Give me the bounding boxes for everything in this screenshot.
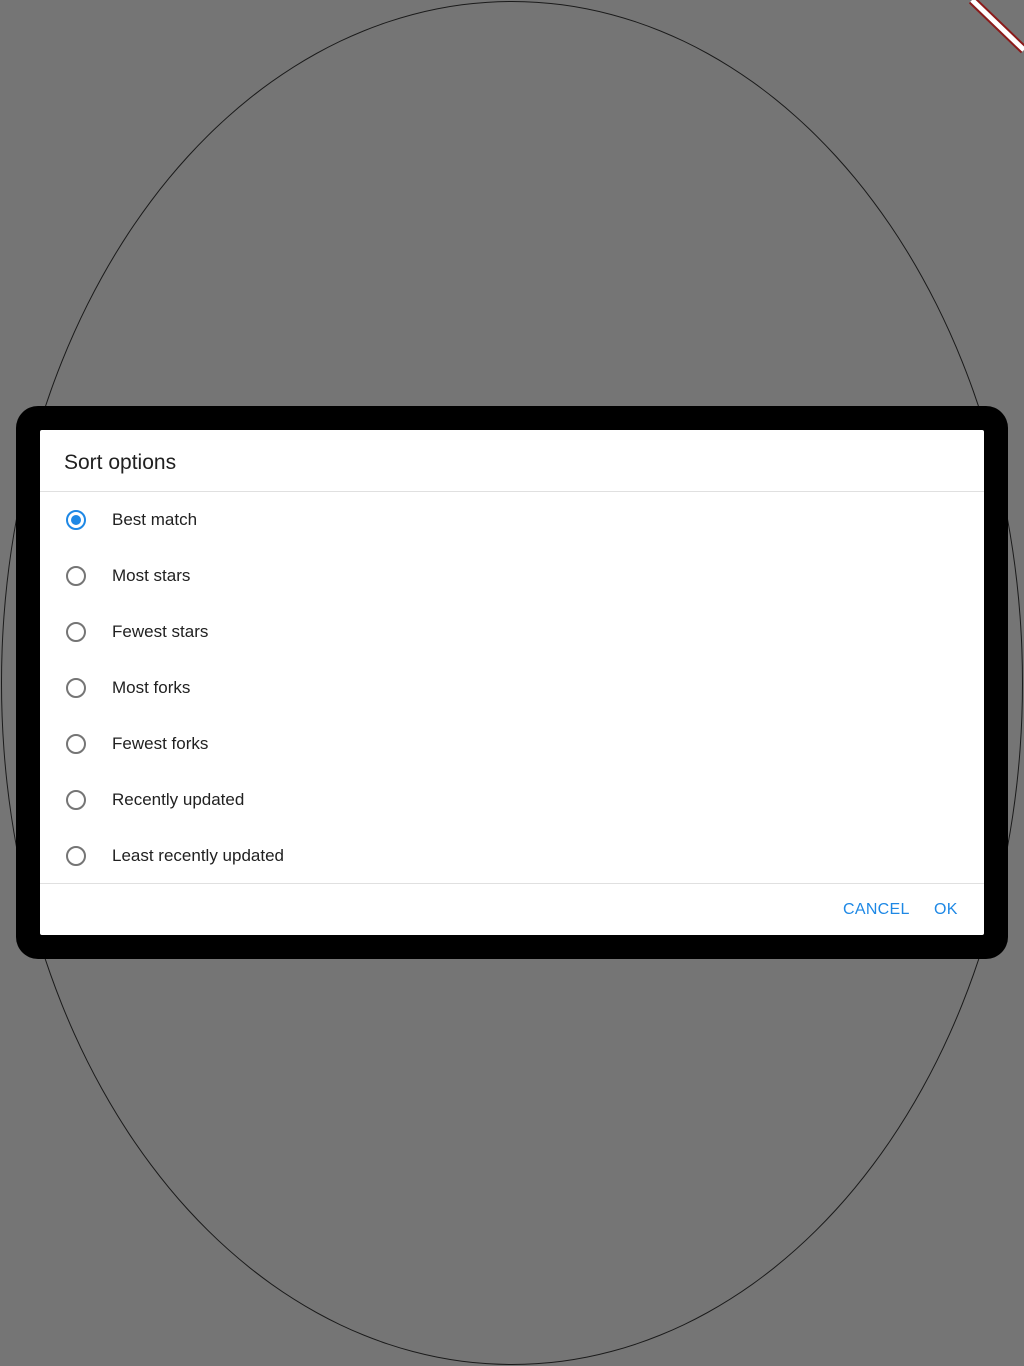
actions-divider [40,883,984,884]
option-label: Most stars [112,566,191,585]
radio-button[interactable] [66,678,86,698]
radio-button[interactable] [66,790,86,810]
sort-option-least-recently-updated[interactable]: Least recently updated [40,828,984,884]
sort-option-fewest-forks[interactable]: Fewest forks [40,716,984,772]
option-label: Recently updated [112,790,245,809]
option-label: Fewest forks [112,734,209,753]
corner-stripe-decoration [968,0,1024,54]
sort-option-recently-updated[interactable]: Recently updated [40,772,984,828]
dialog-title: Sort options [64,451,177,474]
option-label: Least recently updated [112,846,285,865]
option-label: Fewest stars [112,622,209,641]
ok-button[interactable]: OK [934,900,958,920]
option-label: Best match [112,510,198,529]
sort-option-most-stars[interactable]: Most stars [40,548,984,604]
radio-button[interactable] [66,622,86,642]
radio-button[interactable] [66,510,86,530]
sort-options-list: Best match Most stars Fewest stars Most … [40,492,984,884]
radio-button[interactable] [66,566,86,586]
radio-button[interactable] [66,846,86,866]
sort-option-best-match[interactable]: Best match [40,492,984,548]
cancel-button[interactable]: CANCEL [843,900,910,920]
radio-button[interactable] [66,734,86,754]
sort-option-most-forks[interactable]: Most forks [40,660,984,716]
option-label: Most forks [112,678,191,697]
sort-options-dialog: Sort options Best match Most stars Fewes… [40,430,984,935]
sort-option-fewest-stars[interactable]: Fewest stars [40,604,984,660]
